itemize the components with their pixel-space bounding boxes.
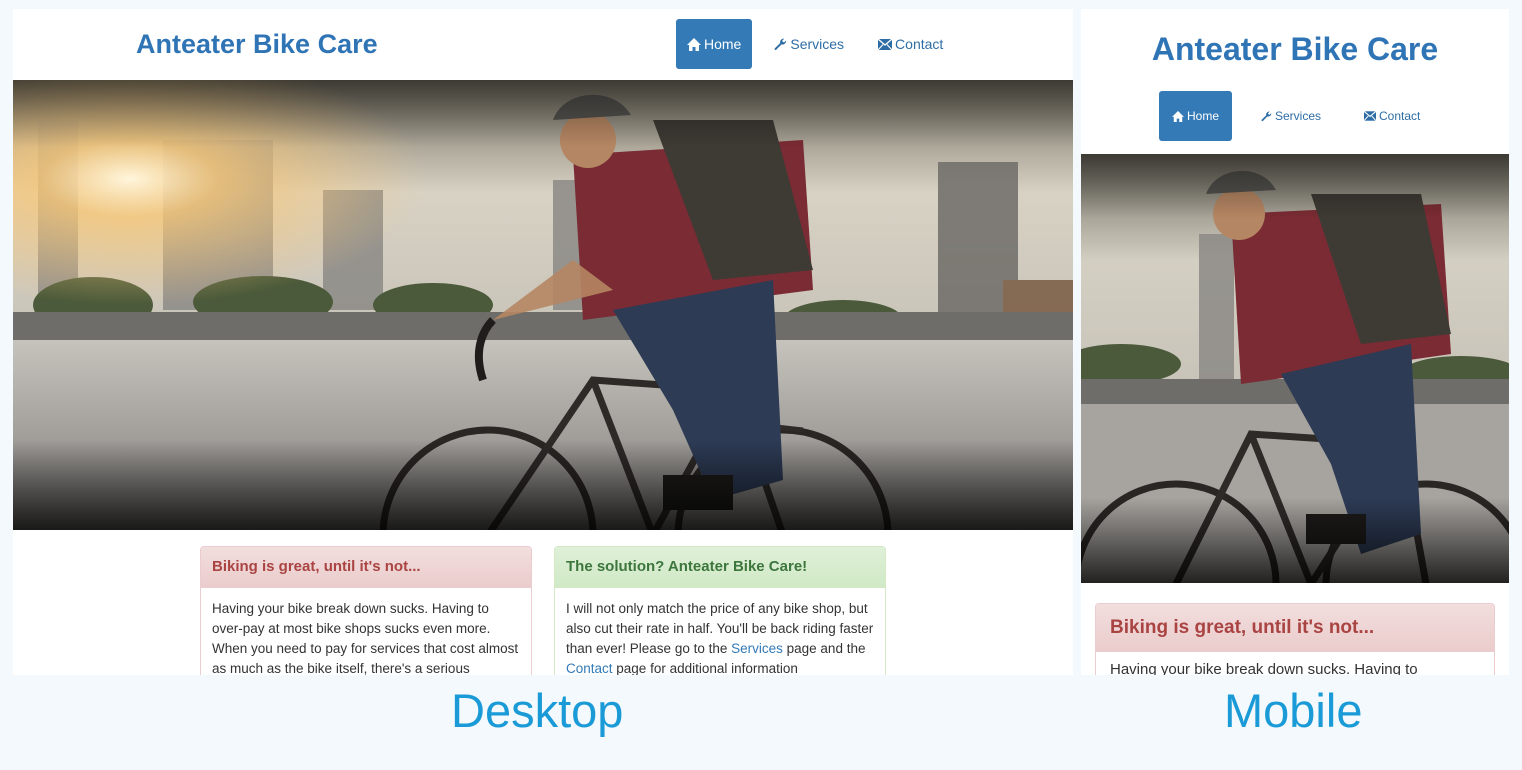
mobile-nav-services-label: Services: [1275, 109, 1322, 123]
mobile-nav-services[interactable]: Services: [1261, 91, 1349, 141]
main-nav: Home Services Contact: [676, 19, 967, 69]
problem-panel-title: Biking is great, until it's not...: [201, 547, 531, 588]
mobile-preview: Anteater Bike Care Home Services Contact: [1081, 9, 1509, 675]
problem-panel-body: Having your bike break down sucks. Havin…: [212, 601, 519, 675]
wrench-icon: [774, 38, 787, 51]
home-icon: [687, 37, 701, 51]
hero-image: [13, 80, 1073, 530]
desktop-preview: Anteater Bike Care Home Services Contact: [13, 9, 1073, 675]
envelope-icon: [1364, 111, 1376, 121]
nav-services-label: Services: [790, 36, 845, 52]
solution-panel-title: The solution? Anteater Bike Care!: [555, 547, 885, 588]
problem-panel: Biking is great, until it's not... Havin…: [200, 546, 532, 675]
nav-contact-label: Contact: [895, 36, 944, 52]
mobile-problem-panel-title: Biking is great, until it's not...: [1096, 604, 1494, 652]
mobile-problem-panel: Biking is great, until it's not... Havin…: [1095, 603, 1495, 675]
mobile-brand-logo[interactable]: Anteater Bike Care: [1081, 31, 1509, 68]
mobile-nav-home-label: Home: [1186, 109, 1219, 123]
mobile-nav: Home Services Contact: [1159, 91, 1420, 141]
brand-logo[interactable]: Anteater Bike Care: [136, 29, 378, 60]
mobile-nav-contact[interactable]: Contact: [1364, 91, 1420, 141]
mobile-caption: Mobile: [1224, 684, 1363, 737]
wrench-icon: [1261, 111, 1272, 122]
solution-text-2: page and the: [782, 641, 866, 656]
home-icon: [1172, 110, 1184, 122]
solution-text-3: page for additional information: [612, 661, 798, 675]
nav-home[interactable]: Home: [676, 19, 753, 69]
solution-panel: The solution? Anteater Bike Care! I will…: [554, 546, 886, 675]
solution-panel-body: I will not only match the price of any b…: [555, 588, 885, 675]
nav-contact[interactable]: Contact: [868, 19, 953, 69]
nav-services[interactable]: Services: [764, 19, 854, 69]
mobile-problem-panel-body: Having your bike break down sucks. Havin…: [1110, 661, 1418, 675]
mobile-hero-image: [1081, 154, 1509, 583]
contact-link[interactable]: Contact: [566, 661, 613, 675]
desktop-caption: Desktop: [451, 684, 624, 737]
envelope-icon: [878, 38, 893, 50]
services-link[interactable]: Services: [731, 641, 783, 656]
nav-home-label: Home: [704, 36, 742, 52]
mobile-nav-contact-label: Contact: [1379, 109, 1421, 123]
mobile-nav-home[interactable]: Home: [1159, 91, 1232, 141]
